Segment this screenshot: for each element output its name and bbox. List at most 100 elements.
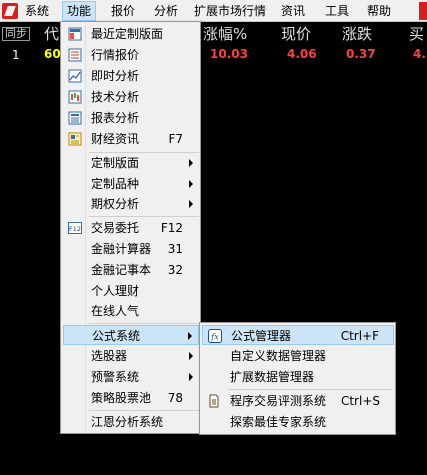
menu-item-financial-news[interactable]: 财经资讯 F7 (63, 129, 199, 149)
menu-item-label: 交易委托 (91, 221, 140, 235)
menu-item-report-analysis[interactable]: 报表分析 (63, 108, 199, 128)
submenu-arrow-icon (188, 332, 192, 340)
stock-code: 60 (44, 47, 61, 61)
menu-item-label: 选股器 (91, 349, 128, 363)
menu-item-label: 公式管理器 (231, 329, 292, 343)
menu-item-shortcut: F12 (160, 221, 183, 235)
menu-item-label: 财经资讯 (91, 132, 140, 146)
change-value: 0.37 (346, 47, 376, 61)
formula-icon: fx (208, 329, 222, 343)
function-menu: 最近定制版面 行情报价 即时分析 技术分析 报表分析 财经资讯 F7 定制版面 … (60, 21, 201, 434)
header-change[interactable]: 涨跌 (342, 23, 372, 45)
submenu-arrow-icon (189, 180, 193, 188)
menu-item-shortcut: 31 (167, 242, 183, 256)
menu-quote[interactable]: 报价 (111, 2, 135, 20)
header-price[interactable]: 现价 (281, 23, 311, 45)
menu-item-label: 个人理财 (91, 284, 140, 298)
menu-item-instant-analysis[interactable]: 即时分析 (63, 66, 199, 86)
formula-submenu: fx 公式管理器 Ctrl+F 自定义数据管理器 扩展数据管理器 程序交易评测系… (199, 322, 396, 435)
menu-item-label: 期权分析 (91, 197, 140, 211)
menu-item-gann-analysis[interactable]: 江恩分析系统 (63, 412, 199, 432)
menu-item-label: 报表分析 (91, 111, 140, 125)
submenu-arrow-icon (189, 352, 193, 360)
menu-item-label: 技术分析 (91, 90, 140, 104)
menu-item-label: 程序交易评测系统 (230, 394, 327, 408)
change-pct-value: 10.03 (210, 47, 248, 61)
menu-item-label: 策略股票池 (91, 391, 152, 405)
menu-item-alert-system[interactable]: 预警系统 (63, 367, 199, 387)
submenu-arrow-icon (189, 200, 193, 208)
submenu-arrow-icon (189, 159, 193, 167)
layout-icon (68, 27, 82, 41)
menu-item-quote-list[interactable]: 行情报价 (63, 45, 199, 65)
menu-system[interactable]: 系统 (25, 2, 49, 20)
menu-item-label: 探索最佳专家系统 (230, 415, 327, 429)
sync-tab[interactable]: 同步 (2, 27, 30, 41)
menu-item-technical-analysis[interactable]: 技术分析 (63, 87, 199, 107)
menu-item-shortcut: 78 (167, 391, 183, 405)
quote-list-icon (68, 48, 82, 62)
buy-value: 4. (413, 47, 426, 61)
menu-item-label: 定制版面 (91, 156, 140, 170)
menu-item-stock-screener[interactable]: 选股器 (63, 346, 199, 366)
menu-function[interactable]: 功能 (62, 1, 97, 21)
menu-item-label: 行情报价 (91, 48, 140, 62)
menu-item-custom-symbols[interactable]: 定制品种 (63, 174, 199, 194)
menu-item-strategy-pool[interactable]: 策略股票池 78 (63, 388, 199, 408)
menu-news[interactable]: 资讯 (281, 2, 305, 20)
menu-separator (89, 216, 199, 217)
menu-help[interactable]: 帮助 (367, 2, 391, 20)
submenu-item-expert-explorer[interactable]: 探索最佳专家系统 (202, 412, 394, 432)
corner-button[interactable] (419, 2, 427, 20)
menu-item-label: 最近定制版面 (91, 27, 164, 41)
header-code[interactable]: 代 (44, 23, 59, 45)
news-icon (68, 132, 82, 146)
report-icon (68, 111, 82, 125)
menu-separator (89, 323, 199, 324)
menu-item-label: 扩展数据管理器 (230, 370, 315, 384)
menu-item-options-analysis[interactable]: 期权分析 (63, 194, 199, 214)
menu-tools[interactable]: 工具 (325, 2, 349, 20)
line-chart-icon (68, 69, 82, 83)
document-icon (209, 394, 219, 408)
menu-analysis[interactable]: 分析 (154, 2, 178, 20)
submenu-item-formula-manager[interactable]: fx 公式管理器 Ctrl+F (202, 325, 394, 345)
menu-item-shortcut: Ctrl+S (340, 394, 380, 408)
menu-item-label: 公式系统 (92, 329, 141, 343)
submenu-item-extended-data-manager[interactable]: 扩展数据管理器 (202, 367, 394, 387)
menu-extended-market[interactable]: 扩展市场行情 (194, 2, 266, 20)
menu-item-online-popularity[interactable]: 在线人气 (63, 301, 199, 321)
menu-item-financial-notepad[interactable]: 金融记事本 32 (63, 260, 199, 280)
submenu-item-program-trade-evaluation[interactable]: 程序交易评测系统 Ctrl+S (202, 391, 394, 411)
menu-item-label: 定制品种 (91, 177, 140, 191)
menu-separator (228, 389, 392, 390)
menu-item-formula-system[interactable]: 公式系统 (63, 325, 199, 345)
menu-item-trade-order[interactable]: F12 交易委托 F12 (63, 218, 199, 238)
menu-item-recent-layout[interactable]: 最近定制版面 (63, 24, 199, 44)
menu-item-label: 即时分析 (91, 69, 140, 83)
header-buy[interactable]: 买 (409, 23, 424, 45)
menu-item-label: 金融计算器 (91, 242, 152, 256)
submenu-item-custom-data-manager[interactable]: 自定义数据管理器 (202, 346, 394, 366)
menu-item-custom-layout[interactable]: 定制版面 (63, 153, 199, 173)
menu-item-label: 自定义数据管理器 (230, 349, 327, 363)
menu-item-label: 金融记事本 (91, 263, 152, 277)
header-change-pct[interactable]: 涨幅% (203, 23, 247, 45)
candlestick-icon (68, 90, 82, 104)
price-value: 4.06 (287, 47, 317, 61)
menu-item-financial-calculator[interactable]: 金融计算器 31 (63, 239, 199, 259)
app-logo-icon[interactable] (2, 3, 18, 19)
trade-icon: F12 (68, 222, 82, 234)
menu-item-personal-finance[interactable]: 个人理财 (63, 281, 199, 301)
menu-item-label: 江恩分析系统 (91, 415, 164, 429)
submenu-arrow-icon (189, 373, 193, 381)
menubar: 系统 功能 报价 分析 扩展市场行情 资讯 工具 帮助 (0, 0, 427, 22)
menu-item-shortcut: Ctrl+F (340, 329, 379, 343)
menu-item-label: 预警系统 (91, 370, 140, 384)
formula-icon-text: fx (210, 333, 219, 342)
trade-icon-text: F12 (69, 225, 81, 233)
row-number: 1 (12, 48, 20, 62)
menu-separator (89, 410, 199, 411)
menu-item-shortcut: 32 (167, 263, 183, 277)
menu-item-label: 在线人气 (91, 304, 140, 318)
